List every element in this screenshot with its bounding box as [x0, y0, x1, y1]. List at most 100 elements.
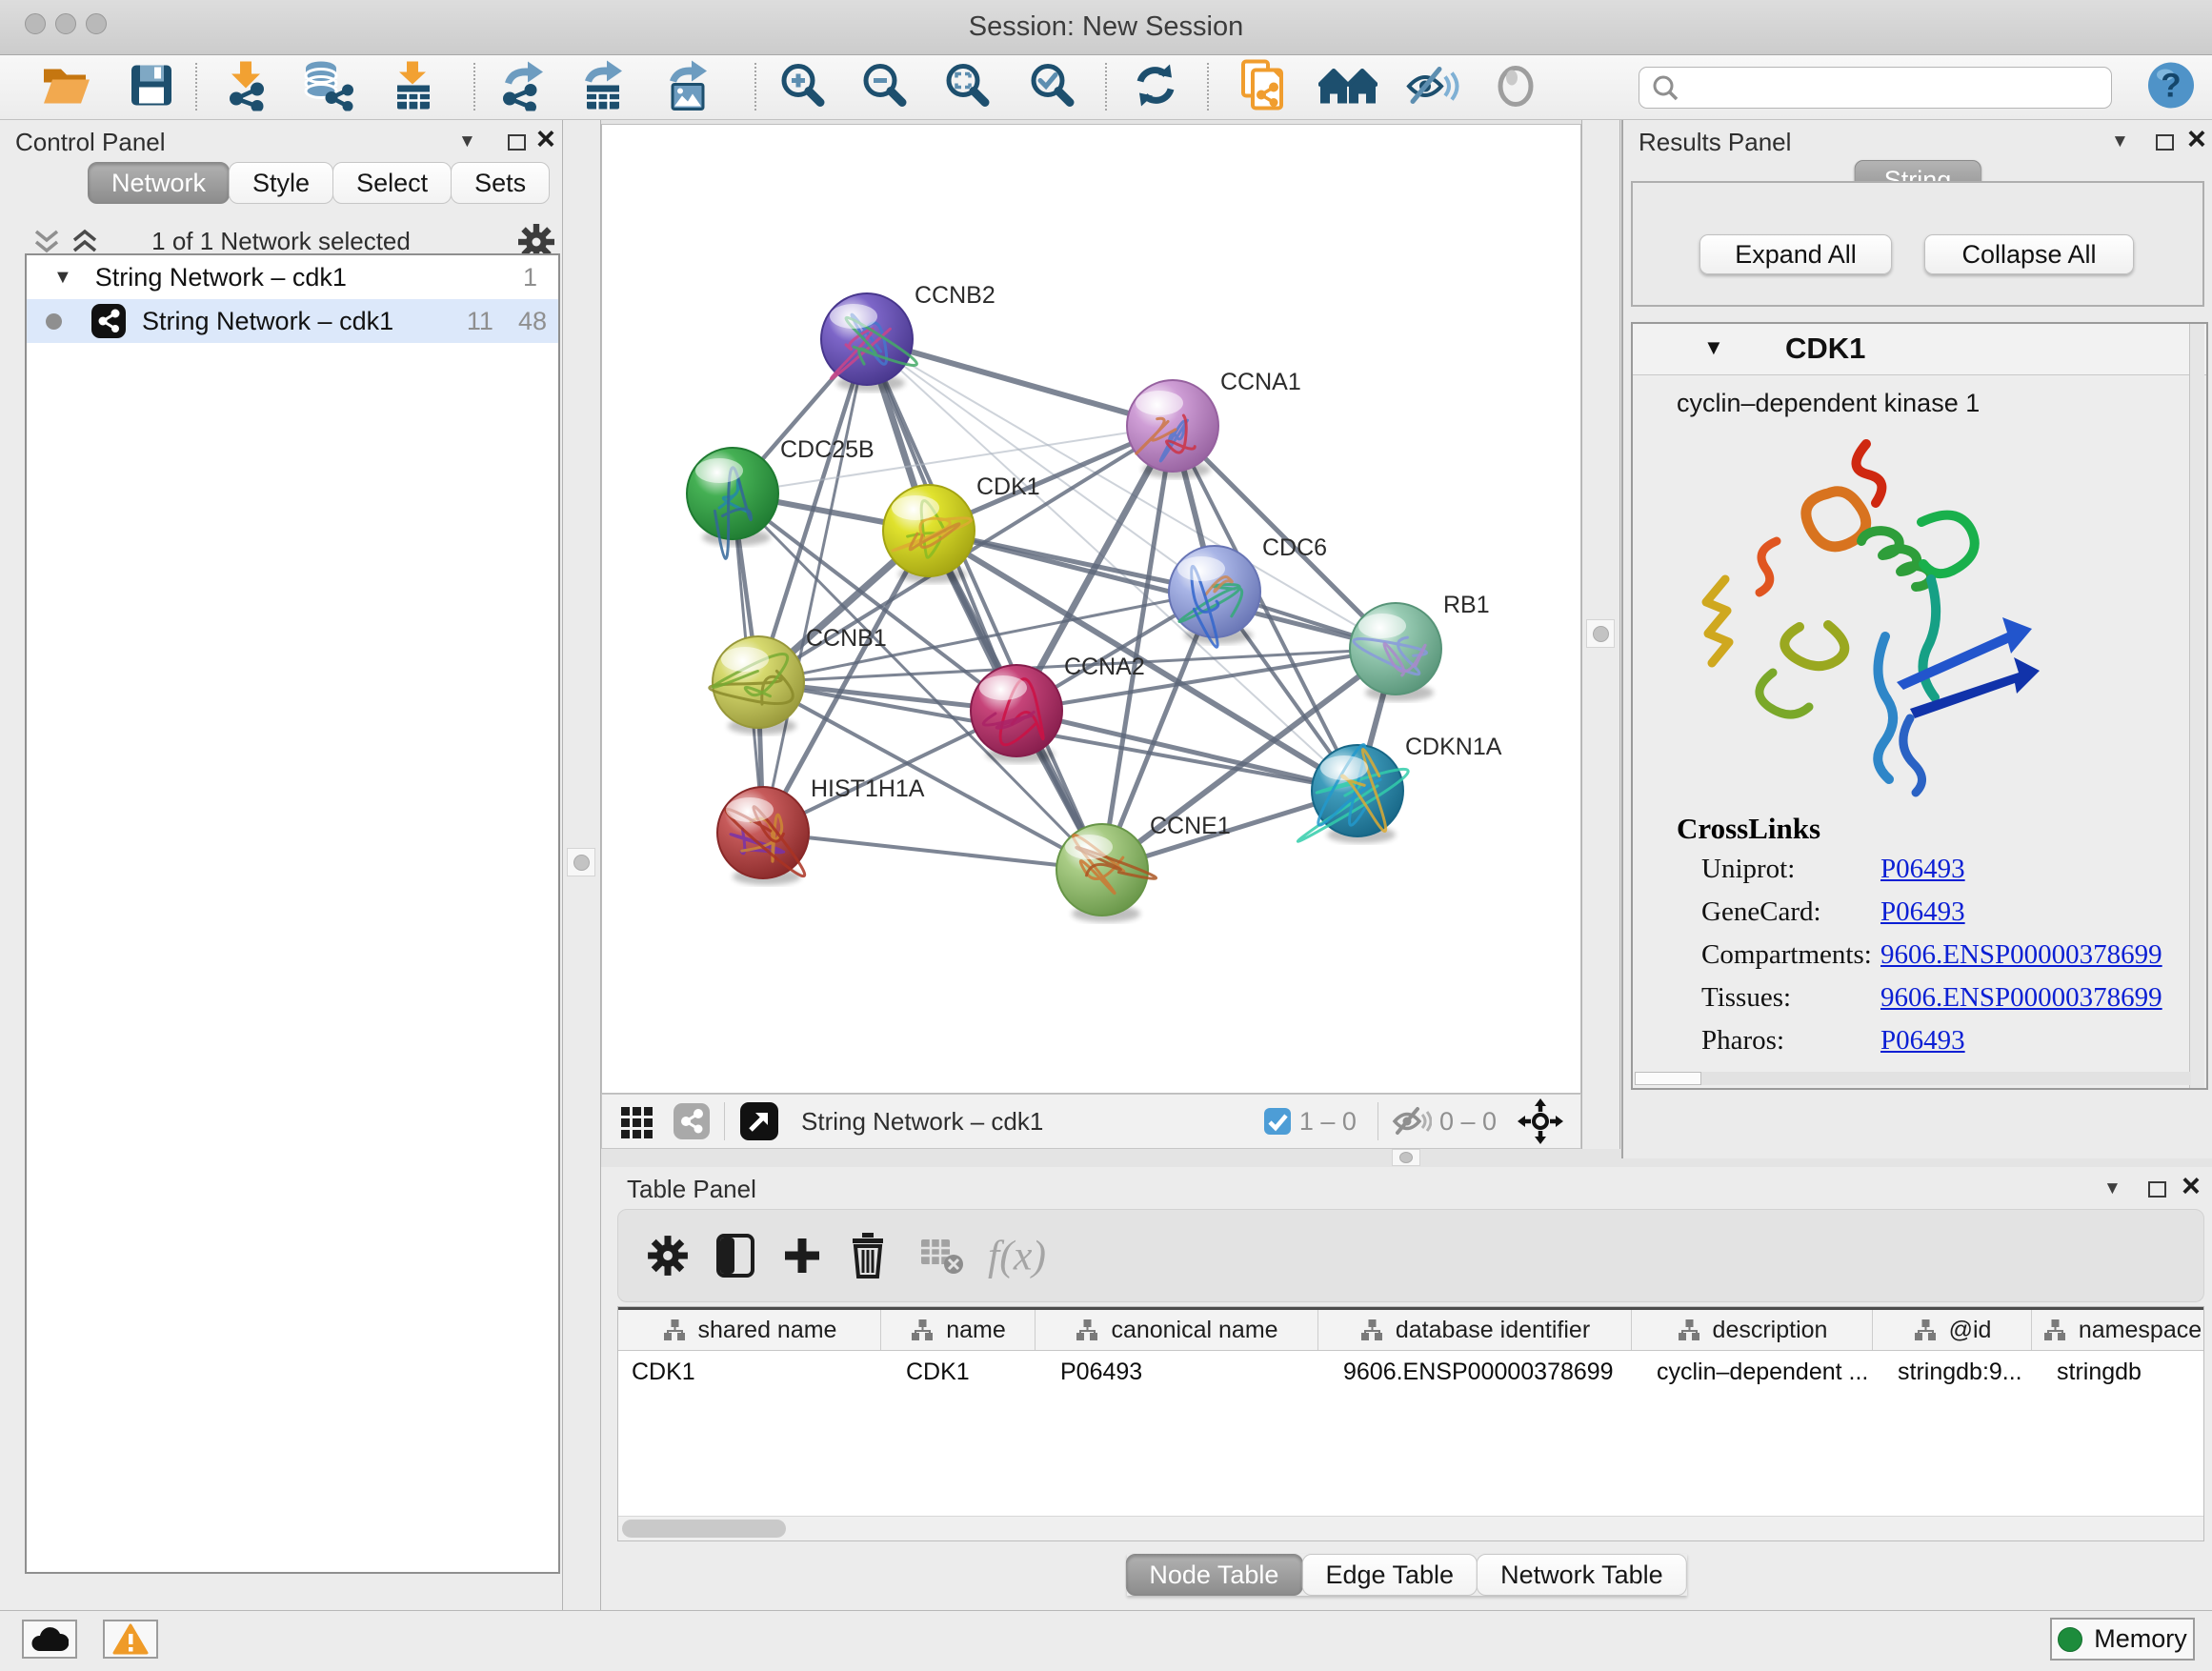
table-horizontal-scrollbar[interactable] — [618, 1516, 2203, 1540]
tab-edge-table[interactable]: Edge Table — [1301, 1554, 1478, 1596]
column-header-database-identifier[interactable]: database identifier — [1318, 1310, 1632, 1350]
tree-expand-icon[interactable]: ▼ — [53, 267, 72, 289]
zoom-selected-button[interactable] — [1029, 62, 1076, 114]
export-network-button[interactable] — [497, 60, 547, 116]
hidden-eye-icon[interactable] — [1392, 1104, 1432, 1138]
grid-view-icon[interactable] — [619, 1103, 655, 1139]
entry-collapse-icon[interactable]: ▼ — [1703, 335, 1724, 360]
tab-select[interactable]: Select — [332, 162, 452, 204]
results-horizontal-scrollbar[interactable] — [1635, 1072, 2191, 1085]
expand-all-button[interactable]: Expand All — [1699, 234, 1892, 274]
node-ccne1[interactable]: CCNE1 — [1056, 813, 1231, 922]
node-ccna1[interactable]: CCNA1 — [1127, 369, 1301, 478]
panel-menu-icon[interactable]: ▼ — [458, 131, 476, 152]
import-network-file-button[interactable] — [223, 60, 271, 116]
function-builder-button[interactable]: f(x) — [988, 1232, 1046, 1280]
toolbar-separator — [1207, 63, 1209, 111]
float-panel-icon[interactable] — [2156, 134, 2174, 151]
warnings-button[interactable] — [103, 1620, 158, 1659]
tab-style[interactable]: Style — [229, 162, 333, 204]
selected-checkbox-icon[interactable] — [1263, 1107, 1292, 1136]
collapse-all-button[interactable]: Collapse All — [1924, 234, 2134, 274]
zoom-out-button[interactable] — [861, 62, 909, 114]
column-header--id[interactable]: @id — [1873, 1310, 2032, 1350]
delete-table-icon[interactable] — [919, 1236, 965, 1276]
detach-view-icon[interactable] — [738, 1100, 780, 1142]
add-column-plus-icon[interactable] — [782, 1236, 822, 1276]
tab-sets[interactable]: Sets — [451, 162, 550, 204]
node-rb1[interactable]: RB1 — [1350, 592, 1490, 701]
table-cell[interactable]: stringdb — [2032, 1351, 2203, 1393]
network-label: String Network – cdk1 — [142, 307, 393, 336]
network-view-canvas[interactable]: CCNB2CCNA1CDC25BCDK1CDC6RB1CCNB1CCNA2CDK… — [601, 124, 1581, 1094]
entry-header[interactable]: ▼ CDK1 — [1633, 324, 2206, 375]
edge-H1-E1[interactable] — [763, 833, 1102, 870]
zoom-in-button[interactable] — [779, 62, 827, 114]
tab-network-table[interactable]: Network Table — [1477, 1554, 1687, 1596]
column-header-namespace[interactable]: namespace — [2032, 1310, 2203, 1350]
tab-node-table[interactable]: Node Table — [1125, 1554, 1302, 1596]
network-collection-row[interactable]: ▼ String Network – cdk1 1 — [27, 255, 558, 299]
close-panel-icon[interactable]: × — [536, 121, 555, 158]
node-hist1h1a[interactable]: HIST1H1A — [717, 775, 925, 885]
node-cdc25b[interactable]: CDC25B — [687, 436, 875, 558]
network-graph[interactable]: CCNB2CCNA1CDC25BCDK1CDC6RB1CCNB1CCNA2CDK… — [602, 125, 1582, 1095]
table-cell[interactable]: 9606.ENSP00000378699 — [1318, 1351, 1632, 1393]
network-nodes[interactable]: CCNB2CCNA1CDC25BCDK1CDC6RB1CCNB1CCNA2CDK… — [687, 282, 1502, 922]
memory-button[interactable]: Memory — [2050, 1618, 2195, 1661]
help-button[interactable]: ? — [2146, 61, 2196, 115]
zoom-fit-button[interactable] — [944, 62, 992, 114]
table-row[interactable]: CDK1CDK1P064939606.ENSP00000378699cyclin… — [618, 1351, 2203, 1393]
bottom-splitter-grabber[interactable] — [1392, 1149, 1420, 1166]
table-cell[interactable]: CDK1 — [881, 1351, 1036, 1393]
table-cell[interactable]: CDK1 — [618, 1351, 881, 1393]
node-ccnb1[interactable]: CCNB1 — [710, 625, 887, 735]
string-home-button[interactable] — [1318, 64, 1377, 112]
delete-column-trash-icon[interactable] — [849, 1233, 887, 1278]
float-panel-icon[interactable] — [2148, 1181, 2166, 1198]
export-table-button[interactable] — [579, 60, 627, 116]
close-panel-icon[interactable]: × — [2182, 1168, 2201, 1205]
panel-menu-icon[interactable]: ▼ — [2111, 131, 2129, 152]
import-network-database-button[interactable] — [302, 60, 353, 116]
crosslink-link[interactable]: 9606.ENSP00000378699 — [1880, 939, 2162, 982]
open-session-button[interactable] — [40, 64, 93, 112]
table-cell[interactable]: stringdb:9... — [1873, 1351, 2032, 1393]
float-panel-icon[interactable] — [508, 134, 526, 151]
crosslink-link[interactable]: P06493 — [1880, 854, 1965, 896]
network-view-mode-icon[interactable] — [673, 1102, 711, 1140]
column-header-name[interactable]: name — [881, 1310, 1036, 1350]
network-row-selected[interactable]: String Network – cdk1 11 48 — [27, 299, 558, 343]
tab-network[interactable]: Network — [88, 162, 230, 204]
node-cdk1[interactable]: CDK1 — [883, 473, 1040, 583]
crosslink-link[interactable]: 9606.ENSP00000378699 — [1880, 982, 2162, 1025]
search-input[interactable] — [1691, 73, 2111, 103]
appearance-eye-button[interactable] — [1492, 62, 1539, 114]
save-session-button[interactable] — [130, 64, 173, 112]
close-panel-icon[interactable]: × — [2187, 121, 2206, 158]
column-header-canonical-name[interactable]: canonical name — [1036, 1310, 1318, 1350]
pan-crosshair-icon[interactable] — [1518, 1098, 1563, 1144]
show-columns-icon[interactable] — [715, 1233, 755, 1278]
table-cell[interactable]: cyclin–dependent ... — [1632, 1351, 1873, 1393]
crosslink-link[interactable]: P06493 — [1880, 896, 1965, 939]
table-cell[interactable]: P06493 — [1036, 1351, 1318, 1393]
import-table-file-button[interactable] — [390, 60, 435, 116]
panel-menu-icon[interactable]: ▼ — [2103, 1178, 2122, 1199]
cloud-button[interactable] — [22, 1620, 77, 1659]
string-import-button[interactable] — [1239, 59, 1287, 117]
string-visibility-button[interactable] — [1405, 62, 1460, 114]
results-vertical-scrollbar[interactable] — [2189, 324, 2204, 1088]
crosslink-link[interactable]: P06493 — [1880, 1025, 1965, 1068]
table-toolbar: f(x) — [617, 1209, 2204, 1302]
left-splitter-grabber[interactable] — [567, 848, 595, 876]
column-header-description[interactable]: description — [1632, 1310, 1873, 1350]
refresh-button[interactable] — [1132, 63, 1179, 113]
column-header-shared-name[interactable]: shared name — [618, 1310, 881, 1350]
node-ccnb2[interactable]: CCNB2 — [821, 282, 995, 392]
node-label: CCNB1 — [806, 625, 887, 652]
table-settings-gear-icon[interactable] — [647, 1235, 689, 1277]
node-cdc6[interactable]: CDC6 — [1169, 534, 1327, 647]
right-splitter-grabber[interactable] — [1586, 619, 1615, 648]
export-image-button[interactable] — [664, 60, 712, 116]
